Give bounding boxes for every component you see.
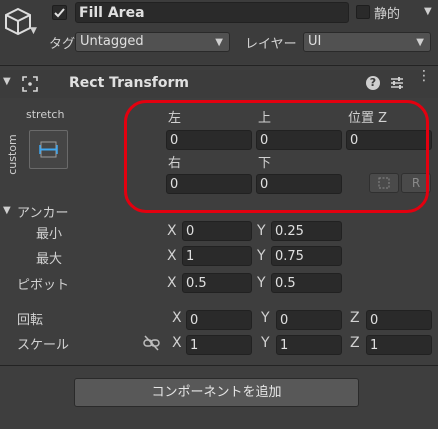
scale-z-label: Z xyxy=(350,335,360,351)
tag-dropdown[interactable]: Untagged ▼ xyxy=(75,32,230,52)
pivot-x-label: X xyxy=(167,275,177,291)
scale-y-field[interactable]: 1 xyxy=(276,335,342,355)
scale-y-label: Y xyxy=(261,335,270,351)
scale-label: スケール xyxy=(17,338,70,353)
anchor-min-y-field[interactable]: 0.25 xyxy=(271,221,342,241)
anchor-max-y-field[interactable]: 0.75 xyxy=(271,246,342,266)
anchor-min-y-label: Y xyxy=(257,223,266,239)
bottom-label: 下 xyxy=(258,156,272,171)
rotation-y-label: Y xyxy=(261,310,270,326)
scale-x-field[interactable]: 1 xyxy=(186,335,252,355)
posz-field[interactable]: 0 xyxy=(346,130,432,150)
add-component-button[interactable]: コンポーネントを追加 xyxy=(74,378,359,407)
constrain-proportions-icon[interactable] xyxy=(143,335,160,351)
component-divider xyxy=(0,365,438,366)
anchor-presets-button[interactable] xyxy=(29,130,68,169)
rect-transform-icon xyxy=(22,76,38,92)
right-label: 右 xyxy=(168,156,182,171)
chevron-down-icon: ▼ xyxy=(416,37,424,48)
pivot-y-label: Y xyxy=(257,275,266,291)
top-field[interactable]: 0 xyxy=(256,130,342,150)
anchor-min-label: 最小 xyxy=(36,227,63,242)
pivot-y-field[interactable]: 0.5 xyxy=(271,273,342,293)
static-label: 静的 xyxy=(374,7,401,22)
anchor-max-label: 最大 xyxy=(36,252,63,267)
chevron-down-icon: ▼ xyxy=(215,37,223,48)
anchor-min-x-label: X xyxy=(167,223,177,239)
anchor-preset-vertical-label: custom xyxy=(5,134,19,175)
rect-transform-title: Rect Transform xyxy=(69,75,190,91)
rotation-z-label: Z xyxy=(350,310,360,326)
right-field[interactable]: 0 xyxy=(166,174,252,194)
left-field[interactable]: 0 xyxy=(166,130,252,150)
rotation-x-label: X xyxy=(172,310,182,326)
gameobject-icon-dropdown-arrow[interactable]: ▼ xyxy=(30,26,37,36)
rotation-y-field[interactable]: 0 xyxy=(276,310,342,330)
anchor-max-x-label: X xyxy=(167,248,177,264)
rotation-label: 回転 xyxy=(17,313,44,328)
tag-dropdown-value: Untagged xyxy=(80,34,144,49)
anchor-max-y-label: Y xyxy=(257,248,266,264)
anchor-min-x-field[interactable]: 0 xyxy=(182,221,252,241)
posz-label: 位置 Z xyxy=(348,111,388,126)
pivot-x-field[interactable]: 0.5 xyxy=(182,273,252,293)
context-menu-icon[interactable]: ⋮ xyxy=(417,69,431,83)
scale-z-field[interactable]: 1 xyxy=(366,335,432,355)
foldout-arrow-icon[interactable]: ▼ xyxy=(3,76,11,87)
gameobject-icon xyxy=(3,6,33,36)
rotation-x-field[interactable]: 0 xyxy=(186,310,252,330)
help-icon[interactable]: ? xyxy=(366,76,380,90)
scale-x-label: X xyxy=(172,335,182,351)
top-label: 上 xyxy=(258,111,272,126)
anchors-label: アンカー xyxy=(17,206,69,221)
blueprint-mode-button[interactable] xyxy=(369,173,399,193)
anchors-foldout-icon[interactable]: ▼ xyxy=(3,205,11,216)
anchor-preset-horizontal-label: stretch xyxy=(26,108,65,121)
tag-label: タグ xyxy=(49,37,76,52)
rotation-z-field[interactable]: 0 xyxy=(366,310,432,330)
presets-icon[interactable] xyxy=(390,76,404,90)
header-divider xyxy=(0,65,438,66)
static-dropdown-arrow[interactable]: ▼ xyxy=(424,6,432,17)
pivot-label: ピボット xyxy=(17,278,70,293)
active-checkbox[interactable] xyxy=(52,5,67,20)
object-name-field[interactable]: Fill Area xyxy=(75,2,349,23)
static-checkbox[interactable] xyxy=(356,5,370,19)
raw-edit-mode-button[interactable]: R xyxy=(401,173,431,193)
layer-label: レイヤー xyxy=(245,37,297,52)
bottom-field[interactable]: 0 xyxy=(256,174,342,194)
layer-dropdown[interactable]: UI ▼ xyxy=(303,32,431,52)
layer-dropdown-value: UI xyxy=(308,34,322,49)
anchor-max-x-field[interactable]: 1 xyxy=(182,246,252,266)
left-label: 左 xyxy=(168,111,182,126)
